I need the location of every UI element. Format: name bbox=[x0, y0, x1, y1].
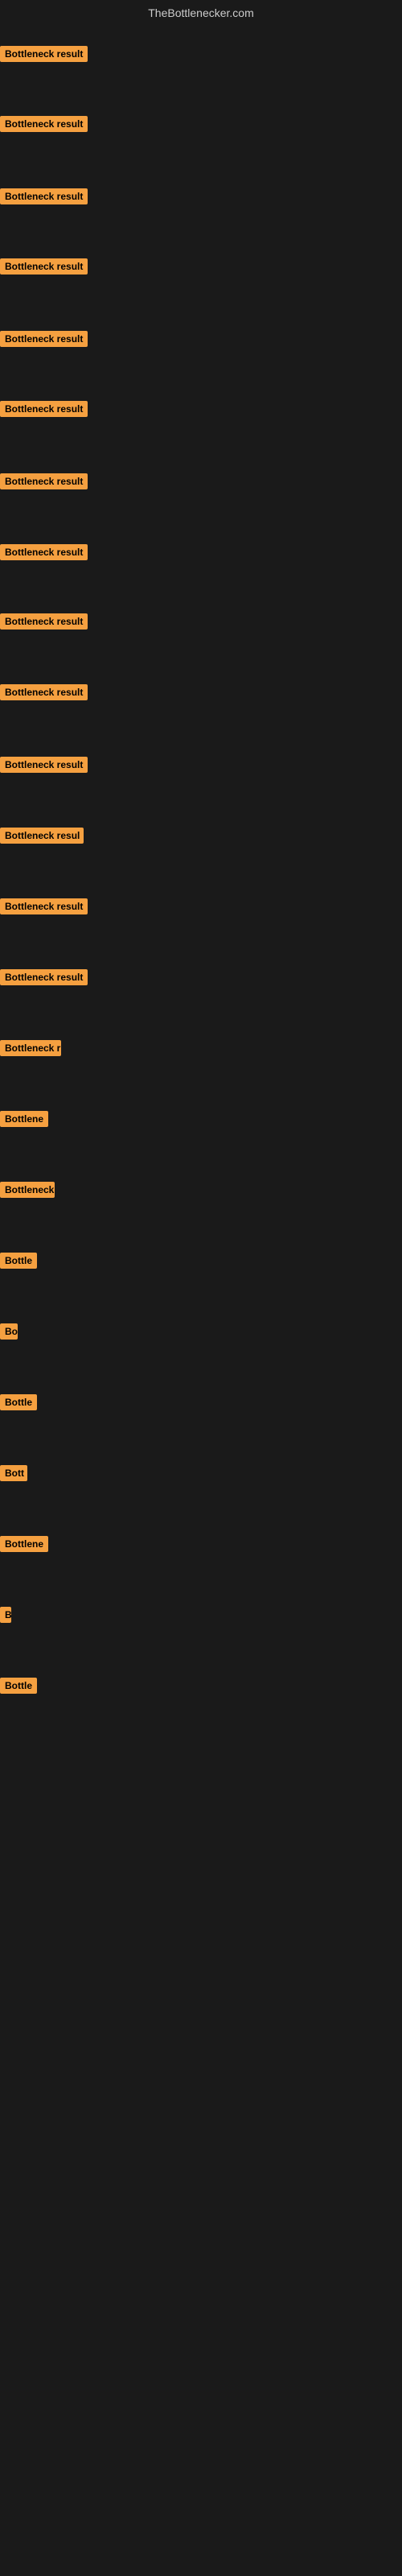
bottleneck-item: Bottleneck result bbox=[0, 757, 88, 777]
bottleneck-badge: Bottleneck result bbox=[0, 613, 88, 630]
bottleneck-badge: Bottleneck result bbox=[0, 757, 88, 773]
bottleneck-item: Bottleneck result bbox=[0, 544, 88, 564]
bottleneck-item: B bbox=[0, 1607, 11, 1627]
bottleneck-item: Bottleneck result bbox=[0, 258, 88, 279]
bottleneck-item: Bottle bbox=[0, 1394, 37, 1414]
bottleneck-item: Bottleneck resul bbox=[0, 828, 84, 848]
bottleneck-item: Bottleneck bbox=[0, 1182, 55, 1202]
bottleneck-badge: Bottleneck result bbox=[0, 473, 88, 489]
bottleneck-badge: Bottleneck resul bbox=[0, 828, 84, 844]
bottleneck-badge: Bottleneck result bbox=[0, 116, 88, 132]
bottleneck-badge: Bottlene bbox=[0, 1536, 48, 1552]
bottleneck-item: Bottleneck result bbox=[0, 898, 88, 919]
bottleneck-item: Bottleneck result bbox=[0, 473, 88, 493]
bottleneck-badge: Bottleneck r bbox=[0, 1040, 61, 1056]
bottleneck-badge: Bottle bbox=[0, 1394, 37, 1410]
site-title: TheBottlenecker.com bbox=[0, 0, 402, 23]
bottleneck-badge: Bottleneck result bbox=[0, 969, 88, 985]
bottleneck-badge: Bottleneck result bbox=[0, 188, 88, 204]
bottleneck-badge: Bottle bbox=[0, 1678, 37, 1694]
bottleneck-item: Bottlene bbox=[0, 1536, 48, 1556]
bottleneck-item: Bottleneck result bbox=[0, 46, 88, 66]
bottleneck-item: Bottleneck result bbox=[0, 331, 88, 351]
bottleneck-item: Bottleneck r bbox=[0, 1040, 61, 1060]
bottleneck-item: Bottle bbox=[0, 1678, 37, 1698]
bottleneck-item: Bottleneck result bbox=[0, 116, 88, 136]
bottleneck-item: Bo bbox=[0, 1323, 18, 1344]
bottleneck-badge: Bo bbox=[0, 1323, 18, 1340]
bottleneck-badge: Bottleneck result bbox=[0, 331, 88, 347]
bottleneck-badge: Bottleneck result bbox=[0, 684, 88, 700]
bottleneck-badge: Bottleneck bbox=[0, 1182, 55, 1198]
bottleneck-item: Bottle bbox=[0, 1253, 37, 1273]
bottleneck-badge: Bottle bbox=[0, 1253, 37, 1269]
bottleneck-badge: Bottleneck result bbox=[0, 46, 88, 62]
bottleneck-badge: Bottlene bbox=[0, 1111, 48, 1127]
bottleneck-badge: Bott bbox=[0, 1465, 27, 1481]
bottleneck-badge: Bottleneck result bbox=[0, 401, 88, 417]
bottleneck-item: Bott bbox=[0, 1465, 27, 1485]
bottleneck-badge: Bottleneck result bbox=[0, 544, 88, 560]
bottleneck-badge: B bbox=[0, 1607, 11, 1623]
bottleneck-item: Bottleneck result bbox=[0, 401, 88, 421]
bottleneck-item: Bottleneck result bbox=[0, 684, 88, 704]
bottleneck-item: Bottleneck result bbox=[0, 969, 88, 989]
bottleneck-item: Bottlene bbox=[0, 1111, 48, 1131]
bottleneck-badge: Bottleneck result bbox=[0, 898, 88, 914]
bottleneck-item: Bottleneck result bbox=[0, 188, 88, 208]
bottleneck-badge: Bottleneck result bbox=[0, 258, 88, 275]
bottleneck-item: Bottleneck result bbox=[0, 613, 88, 634]
